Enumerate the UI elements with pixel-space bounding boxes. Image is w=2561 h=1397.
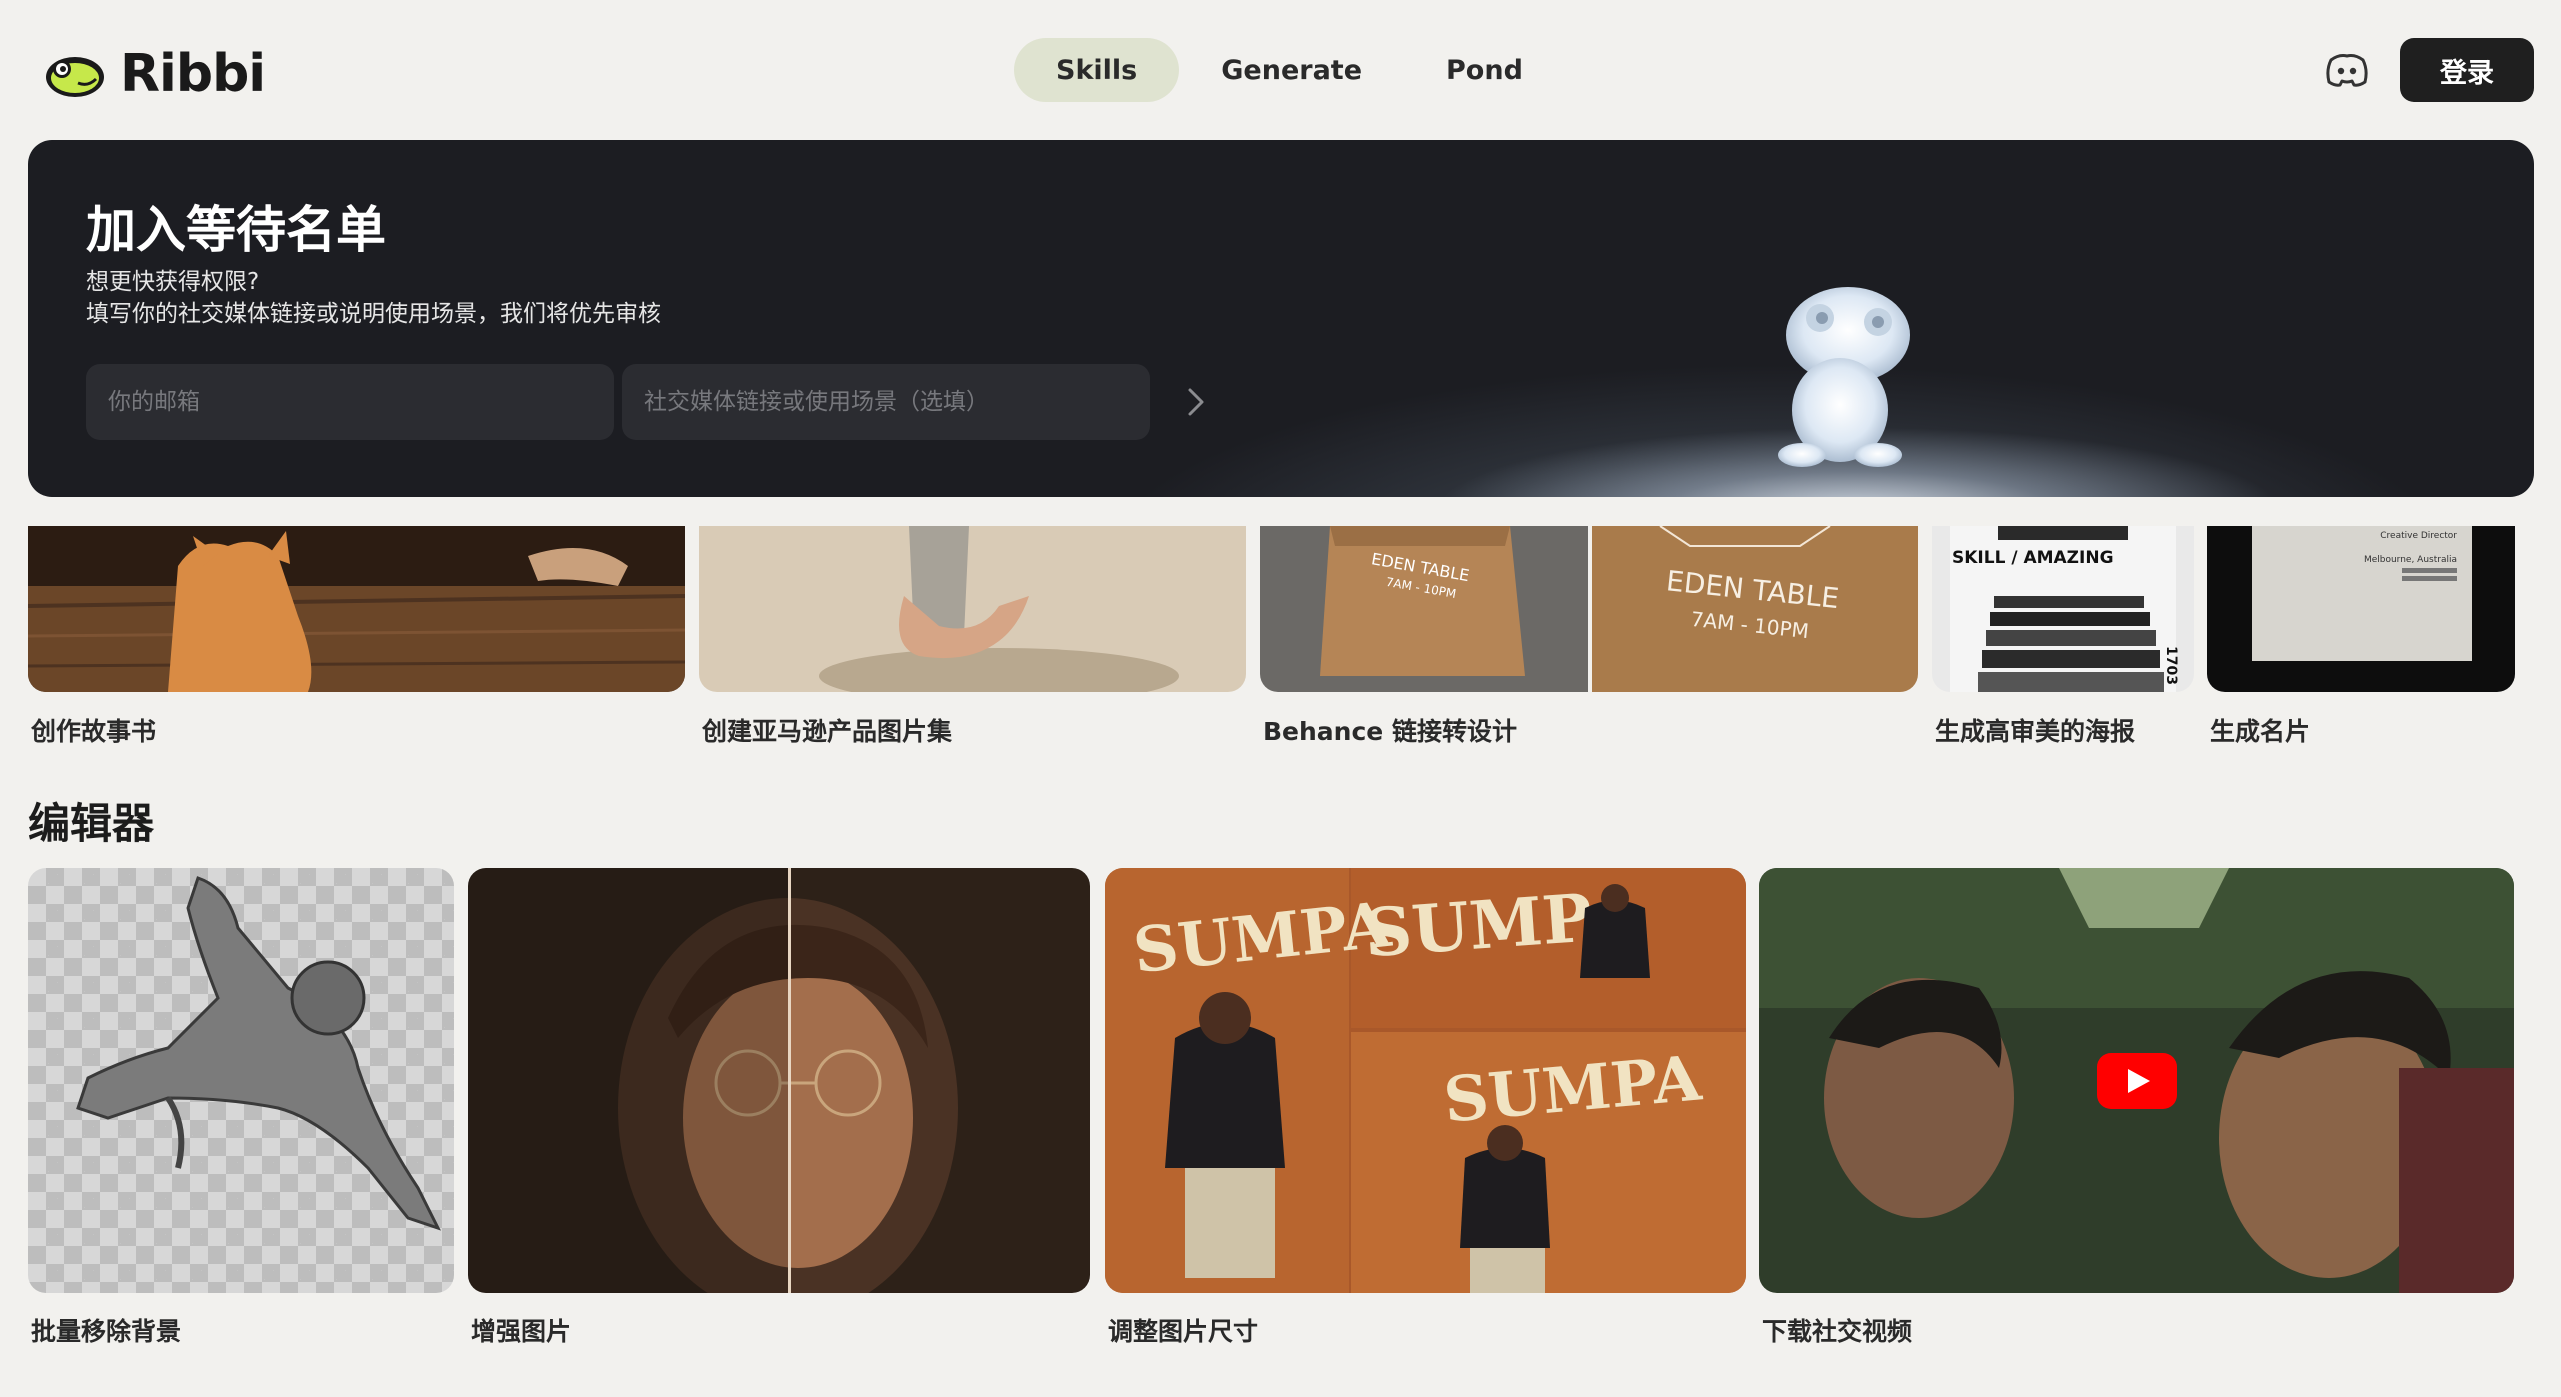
resize-posters-image: SUMPA SUMPA SUMPA bbox=[1105, 868, 1746, 1293]
skill-label-amazon: 创建亚马逊产品图片集 bbox=[702, 717, 953, 746]
banner-glow bbox=[1408, 370, 2534, 497]
waitlist-subtitle-1: 想更快获得权限? bbox=[86, 269, 260, 295]
waitlist-banner: 加入等待名单 想更快获得权限? 填写你的社交媒体链接或说明使用场景，我们将优先审… bbox=[28, 140, 2534, 497]
submit-arrow-icon[interactable] bbox=[1178, 384, 1214, 420]
waitlist-title: 加入等待名单 bbox=[86, 201, 386, 259]
editor-section-title: 编辑器 bbox=[28, 799, 155, 848]
amazon-product-image bbox=[699, 526, 1246, 692]
behance-bags-image: EDEN TABLE 7AM - 10PM EDEN TABLE 7AM - 1… bbox=[1260, 526, 1918, 692]
nav-pond[interactable]: Pond bbox=[1404, 38, 1565, 102]
poster-number: 1703 bbox=[2163, 646, 2179, 685]
editor-label-video: 下载社交视频 bbox=[1762, 1317, 1913, 1346]
portrait-enhance-image bbox=[468, 868, 1090, 1293]
editor-card-remove-bg[interactable] bbox=[28, 868, 454, 1293]
skill-card-storybook[interactable] bbox=[28, 526, 685, 692]
business-card-line-1: Creative Director bbox=[2380, 531, 2457, 541]
waitlist-subtitle-2: 填写你的社交媒体链接或说明使用场景，我们将优先审核 bbox=[86, 301, 661, 327]
editor-card-video[interactable] bbox=[1759, 868, 2514, 1293]
editor-card-resize[interactable]: SUMPA SUMPA SUMPA bbox=[1105, 868, 1746, 1293]
discord-icon[interactable] bbox=[2325, 50, 2369, 90]
poster-image: SKILL / AMAZING 1703 bbox=[1932, 526, 2194, 692]
social-link-input[interactable] bbox=[622, 364, 1150, 440]
nav-generate[interactable]: Generate bbox=[1179, 38, 1404, 102]
editor-label-remove-bg: 批量移除背景 bbox=[31, 1317, 182, 1346]
editor-card-enhance[interactable] bbox=[468, 868, 1090, 1293]
brand-logo[interactable]: Ribbi bbox=[44, 44, 266, 104]
business-card-line-2: Melbourne, Australia bbox=[2364, 555, 2457, 565]
skill-card-poster[interactable]: SKILL / AMAZING 1703 bbox=[1932, 526, 2194, 692]
glowing-frog-mascot bbox=[1778, 287, 1910, 467]
statue-cutout-image bbox=[76, 876, 441, 1231]
skill-card-business-card[interactable]: Creative Director Melbourne, Australia bbox=[2207, 526, 2515, 692]
email-input[interactable] bbox=[86, 364, 614, 440]
top-header: Ribbi Skills Generate Pond 登录 bbox=[0, 0, 2561, 140]
skill-label-behance: Behance 链接转设计 bbox=[1263, 717, 1517, 746]
skill-label-storybook: 创作故事书 bbox=[31, 717, 157, 746]
storybook-image bbox=[28, 526, 685, 692]
business-card-image: Creative Director Melbourne, Australia bbox=[2207, 526, 2515, 692]
frog-logo-icon bbox=[46, 57, 104, 97]
editor-label-enhance: 增强图片 bbox=[471, 1317, 572, 1346]
login-button[interactable]: 登录 bbox=[2400, 38, 2534, 102]
poster-headline: SKILL / AMAZING bbox=[1952, 548, 2114, 568]
skill-label-business-card: 生成名片 bbox=[2210, 717, 2311, 746]
skill-label-poster: 生成高审美的海报 bbox=[1935, 717, 2136, 746]
youtube-play-icon[interactable] bbox=[2097, 1053, 2177, 1109]
editor-label-resize: 调整图片尺寸 bbox=[1108, 1317, 1259, 1346]
skill-card-amazon[interactable] bbox=[699, 526, 1246, 692]
skill-card-behance[interactable]: EDEN TABLE 7AM - 10PM EDEN TABLE 7AM - 1… bbox=[1260, 526, 1918, 692]
nav-skills[interactable]: Skills bbox=[1014, 38, 1180, 102]
main-nav: Skills Generate Pond bbox=[1014, 38, 1565, 102]
brand-name: Ribbi bbox=[120, 44, 266, 104]
